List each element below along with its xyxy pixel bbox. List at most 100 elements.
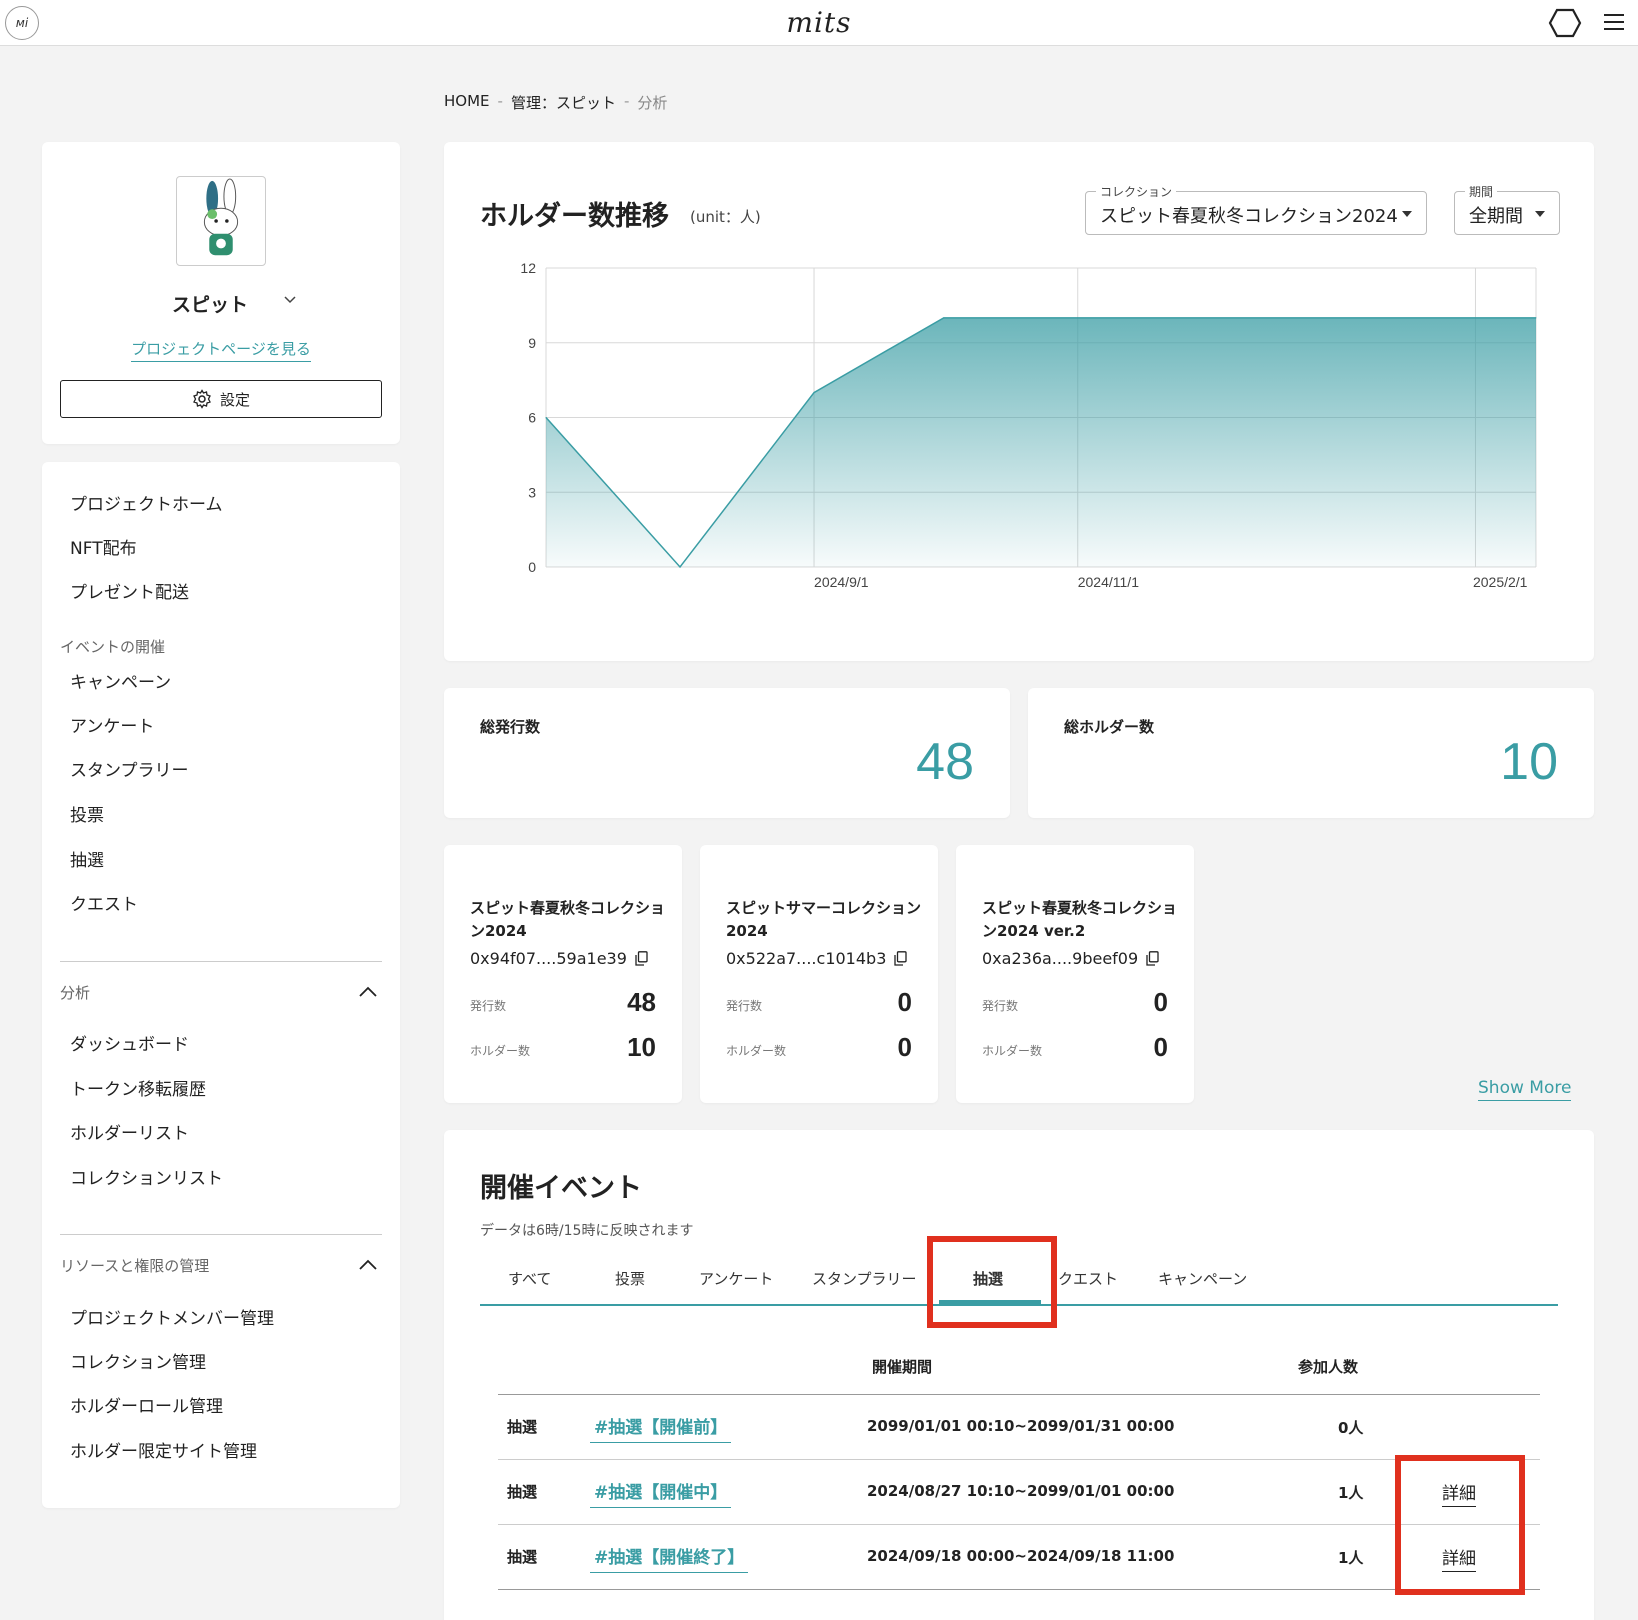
- tab-campaign[interactable]: キャンペーン: [1158, 1268, 1247, 1289]
- breadcrumb-project[interactable]: 管理：スピット: [511, 92, 616, 113]
- total-holders-value: 10: [1500, 733, 1558, 791]
- chevron-up-icon[interactable]: [358, 1257, 378, 1271]
- holders-value: 0: [897, 1032, 912, 1062]
- sidebar-section-analysis[interactable]: 分析: [60, 982, 90, 1003]
- holders-value: 0: [1153, 1032, 1168, 1062]
- collection-card[interactable]: スピット春夏秋冬コレクション2024 ver.2 0xa236a....9bee…: [956, 845, 1194, 1103]
- y-tick-label: 0: [528, 559, 536, 575]
- event-participants: 0人: [1338, 1419, 1364, 1437]
- sidebar-item-stamp-rally[interactable]: スタンプラリー: [70, 756, 189, 781]
- x-tick-label: 2024/11/1: [1078, 574, 1139, 590]
- events-title: 開催イベント: [480, 1173, 642, 1204]
- data-point: [1535, 317, 1537, 319]
- sidebar-item-survey[interactable]: アンケート: [70, 712, 154, 737]
- breadcrumb-home[interactable]: HOME: [444, 92, 490, 113]
- x-tick-label: 2025/2/1: [1473, 574, 1528, 590]
- copy-icon[interactable]: [1146, 951, 1159, 966]
- holders-label: ホルダー数: [470, 1044, 531, 1058]
- total-issued-card: 総発行数 48: [444, 688, 1010, 818]
- collection-name: スピットサマーコレクション2024: [726, 899, 922, 940]
- collection-name: スピット春夏秋冬コレクション2024 ver.2: [982, 899, 1178, 940]
- data-point: [943, 317, 945, 319]
- breadcrumb: HOME - 管理：スピット - 分析: [444, 92, 667, 113]
- data-point: [679, 566, 681, 568]
- chevron-down-icon[interactable]: [282, 292, 298, 308]
- project-profile-card: スピット プロジェクトページを見る 設定: [42, 142, 400, 444]
- breadcrumb-current: 分析: [637, 94, 668, 112]
- sidebar-divider: [60, 1234, 382, 1235]
- collection-card[interactable]: スピット春夏秋冬コレクション2024 0x94f07....59a1e39 発行…: [444, 845, 682, 1103]
- total-holders-label: 総ホルダー数: [1064, 718, 1155, 736]
- project-page-link[interactable]: プロジェクトページを見る: [131, 340, 311, 362]
- settings-button[interactable]: 設定: [60, 380, 382, 418]
- issued-value: 0: [897, 987, 912, 1017]
- data-point: [1077, 317, 1079, 319]
- collection-address: 0xa236a....9beef09: [982, 949, 1139, 968]
- collection-address-row: 0x94f07....59a1e39: [470, 949, 648, 968]
- sidebar-item-present-delivery[interactable]: プレゼント配送: [70, 578, 189, 603]
- hexagon-icon[interactable]: [1548, 8, 1582, 38]
- sidebar-item-campaign[interactable]: キャンペーン: [70, 668, 171, 693]
- event-type: 抽選: [507, 1548, 538, 1566]
- tab-quest[interactable]: クエスト: [1058, 1268, 1118, 1289]
- holder-trend-card: ホルダー数推移 (unit：人) コレクション スピット春夏秋冬コレクション20…: [444, 142, 1594, 661]
- sidebar-item-holder-site-management[interactable]: ホルダー限定サイト管理: [70, 1437, 257, 1462]
- sidebar-item-collection-management[interactable]: コレクション管理: [70, 1348, 206, 1373]
- collection-address: 0x94f07....59a1e39: [470, 949, 627, 968]
- issued-value: 0: [1153, 987, 1168, 1017]
- event-participants: 1人: [1338, 1549, 1364, 1567]
- menu-icon[interactable]: [1602, 11, 1626, 33]
- holder-trend-chart: 0 3 6 9 12 2024/9/1 2024/11/1 2025/2/1: [520, 260, 1537, 590]
- sidebar-item-holder-role-management[interactable]: ホルダーロール管理: [70, 1392, 223, 1417]
- sidebar-item-vote[interactable]: 投票: [70, 801, 104, 826]
- breadcrumb-separator: -: [497, 92, 503, 110]
- copy-icon[interactable]: [894, 951, 908, 966]
- total-issued-value: 48: [916, 733, 974, 791]
- table-row-divider: [498, 1524, 1540, 1525]
- show-more-link[interactable]: Show More: [1478, 1078, 1572, 1101]
- tab-all[interactable]: すべて: [508, 1268, 551, 1289]
- sidebar-item-nft-distribution[interactable]: NFT配布: [70, 534, 137, 559]
- issued-label: 発行数: [726, 999, 763, 1013]
- holders-label: ホルダー数: [726, 1044, 787, 1058]
- project-name: スピット: [172, 294, 249, 316]
- event-name-link[interactable]: #抽選【開催終了】: [590, 1543, 749, 1573]
- sidebar-item-lottery[interactable]: 抽選: [70, 846, 104, 871]
- sidebar-item-token-transfers[interactable]: トークン移転履歴: [70, 1075, 206, 1100]
- data-point: [545, 417, 547, 418]
- event-name-link[interactable]: #抽選【開催中】: [590, 1478, 732, 1508]
- issued-label: 発行数: [982, 999, 1019, 1013]
- issued-value: 48: [627, 987, 656, 1017]
- tab-stamp-rally[interactable]: スタンプラリー: [812, 1268, 917, 1289]
- sidebar-item-quest[interactable]: クエスト: [70, 890, 138, 915]
- brand-logo[interactable]: mits: [0, 6, 1638, 39]
- y-tick-label: 12: [520, 260, 536, 276]
- highlight-box: [927, 1236, 1057, 1328]
- collection-address: 0x522a7....c1014b3: [726, 949, 887, 968]
- collection-address-row: 0x522a7....c1014b3: [726, 949, 908, 968]
- y-tick-label: 3: [528, 484, 536, 500]
- sidebar-item-project-home[interactable]: プロジェクトホーム: [70, 490, 223, 515]
- breadcrumb-separator: -: [623, 92, 630, 110]
- sidebar-item-collection-list[interactable]: コレクションリスト: [70, 1164, 223, 1189]
- total-holders-card: 総ホルダー数 10: [1028, 688, 1594, 818]
- sidebar-nav: プロジェクトホーム NFT配布 プレゼント配送 イベントの開催 キャンペーン ア…: [42, 462, 400, 1508]
- chevron-up-icon[interactable]: [358, 984, 378, 998]
- total-issued-label: 総発行数: [480, 718, 541, 736]
- event-period: 2024/09/18 00:00~2024/09/18 11:00: [867, 1547, 1175, 1565]
- copy-icon[interactable]: [635, 951, 648, 966]
- tab-vote[interactable]: 投票: [615, 1268, 645, 1289]
- sidebar-item-holder-list[interactable]: ホルダーリスト: [70, 1119, 189, 1144]
- sidebar-item-member-management[interactable]: プロジェクトメンバー管理: [70, 1304, 274, 1329]
- sidebar-item-dashboard[interactable]: ダッシュボード: [70, 1030, 189, 1055]
- holders-value: 10: [627, 1032, 656, 1062]
- tab-survey[interactable]: アンケート: [699, 1268, 773, 1289]
- collection-card[interactable]: スピットサマーコレクション2024 0x522a7....c1014b3 発行数…: [700, 845, 938, 1103]
- collection-address-row: 0xa236a....9beef09: [982, 949, 1159, 968]
- data-point: [813, 392, 815, 394]
- holders-label: ホルダー数: [982, 1044, 1043, 1058]
- x-tick-label: 2024/9/1: [814, 574, 869, 590]
- highlight-box: [1395, 1455, 1525, 1595]
- sidebar-section-resources[interactable]: リソースと権限の管理: [60, 1255, 209, 1276]
- event-name-link[interactable]: #抽選【開催前】: [590, 1413, 732, 1443]
